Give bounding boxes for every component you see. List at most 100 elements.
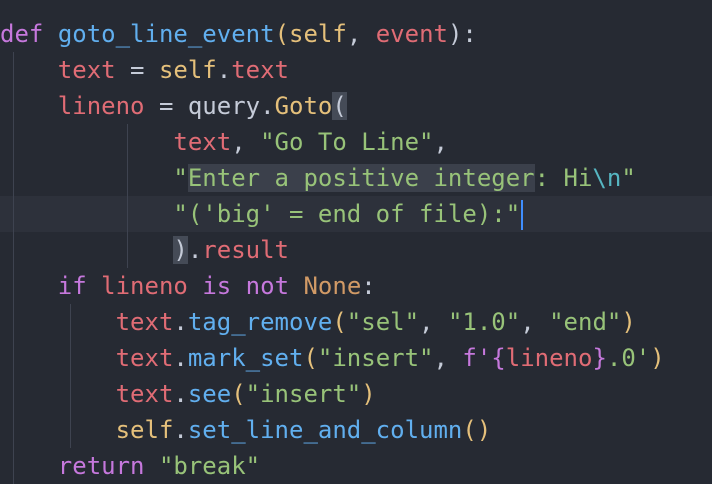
not-keyword: not [245, 272, 290, 300]
lineno-variable: lineno [101, 272, 188, 300]
fstring-brace: } [592, 344, 607, 372]
string-literal: "sel" [346, 308, 420, 336]
query-module: query [187, 92, 261, 120]
code-line-9[interactable]: text.tag_remove("sel", "1.0", "end") [0, 304, 712, 340]
comma: , [346, 20, 376, 48]
dot: . [173, 308, 188, 336]
string-quote: " [173, 164, 188, 192]
paren: ) [361, 380, 376, 408]
comma: , [433, 128, 448, 156]
mark-set-method: mark_set [187, 344, 304, 372]
code-line-10[interactable]: text.mark_set("insert", f'{lineno}.0') [0, 340, 712, 376]
paren: ( [231, 380, 246, 408]
assign-op: = [144, 92, 188, 120]
is-keyword: is [202, 272, 232, 300]
text-variable: text [173, 128, 232, 156]
string-literal: "Go To Line" [260, 128, 434, 156]
code-line-12[interactable]: self.set_line_and_column() [0, 412, 712, 448]
dot: . [173, 380, 188, 408]
string-literal: "('big' = end of file):" [173, 200, 521, 228]
self-ref: self [158, 56, 217, 84]
dot: . [260, 92, 275, 120]
code-line-8[interactable]: if lineno is not None: [0, 268, 712, 304]
paren: ) [650, 344, 665, 372]
text-variable: text [115, 380, 174, 408]
string-literal: .0' [606, 344, 651, 372]
selected-text: Enter a positive integer [187, 164, 535, 192]
goto-class: Goto [274, 92, 333, 120]
text-variable: text [57, 56, 116, 84]
code-line-4[interactable]: text, "Go To Line", [0, 124, 712, 160]
event-param: event [375, 20, 448, 48]
fstring-prefix: f' [462, 344, 492, 372]
if-keyword: if [57, 272, 87, 300]
code-line-7[interactable]: ).result [0, 232, 712, 268]
dot: . [187, 236, 203, 264]
paren: ( [332, 308, 347, 336]
dot: . [173, 416, 188, 444]
see-method: see [187, 380, 232, 408]
self-ref: self [115, 416, 174, 444]
comma: , [419, 308, 448, 336]
matched-open-paren: ( [332, 92, 347, 120]
paren: () [462, 416, 492, 444]
text-cursor [521, 200, 524, 230]
code-line-11[interactable]: text.see("insert") [0, 376, 712, 412]
matched-close-paren: ) [173, 236, 188, 264]
self-param: self [289, 20, 347, 48]
string-literal: "insert" [245, 380, 362, 408]
code-line-6[interactable]: "('big' = end of file):" [0, 196, 712, 232]
string-literal: "1.0" [447, 308, 521, 336]
result-attr: result [202, 236, 289, 264]
string-literal: "end" [549, 308, 622, 336]
comma: , [231, 128, 261, 156]
code-line-1[interactable]: def goto_line_event(self, event): [0, 16, 712, 52]
dot: . [216, 56, 232, 84]
lineno-variable: lineno [57, 92, 145, 120]
lineno-variable: lineno [505, 344, 593, 372]
def-keyword: def [0, 20, 44, 48]
string-literal: : Hi [534, 164, 593, 192]
code-line-3[interactable]: lineno = query.Goto( [0, 88, 712, 124]
assign-op: = [115, 56, 159, 84]
paren: ( [303, 344, 318, 372]
string-literal: "insert" [317, 344, 434, 372]
paren-colon: ): [447, 20, 477, 48]
code-line-2[interactable]: text = self.text [0, 52, 712, 88]
text-variable: text [115, 344, 174, 372]
comma: , [433, 344, 463, 372]
code-editor[interactable]: def goto_line_event(self, event): text =… [0, 0, 712, 484]
text-attr: text [231, 56, 289, 84]
dot: . [173, 344, 188, 372]
text-variable: text [115, 308, 174, 336]
code-line-5[interactable]: "Enter a positive integer: Hi\n" [0, 160, 712, 196]
paren: ( [274, 20, 290, 48]
tag-remove-method: tag_remove [187, 308, 333, 336]
colon: : [361, 272, 376, 300]
string-quote: " [621, 164, 636, 192]
fstring-brace: { [491, 344, 506, 372]
string-literal: "break" [158, 452, 261, 480]
function-name: goto_line_event [57, 20, 275, 48]
paren: ) [621, 308, 636, 336]
code-line-13[interactable]: return "break" [0, 448, 712, 484]
comma: , [520, 308, 550, 336]
set-line-and-column-method: set_line_and_column [187, 416, 463, 444]
